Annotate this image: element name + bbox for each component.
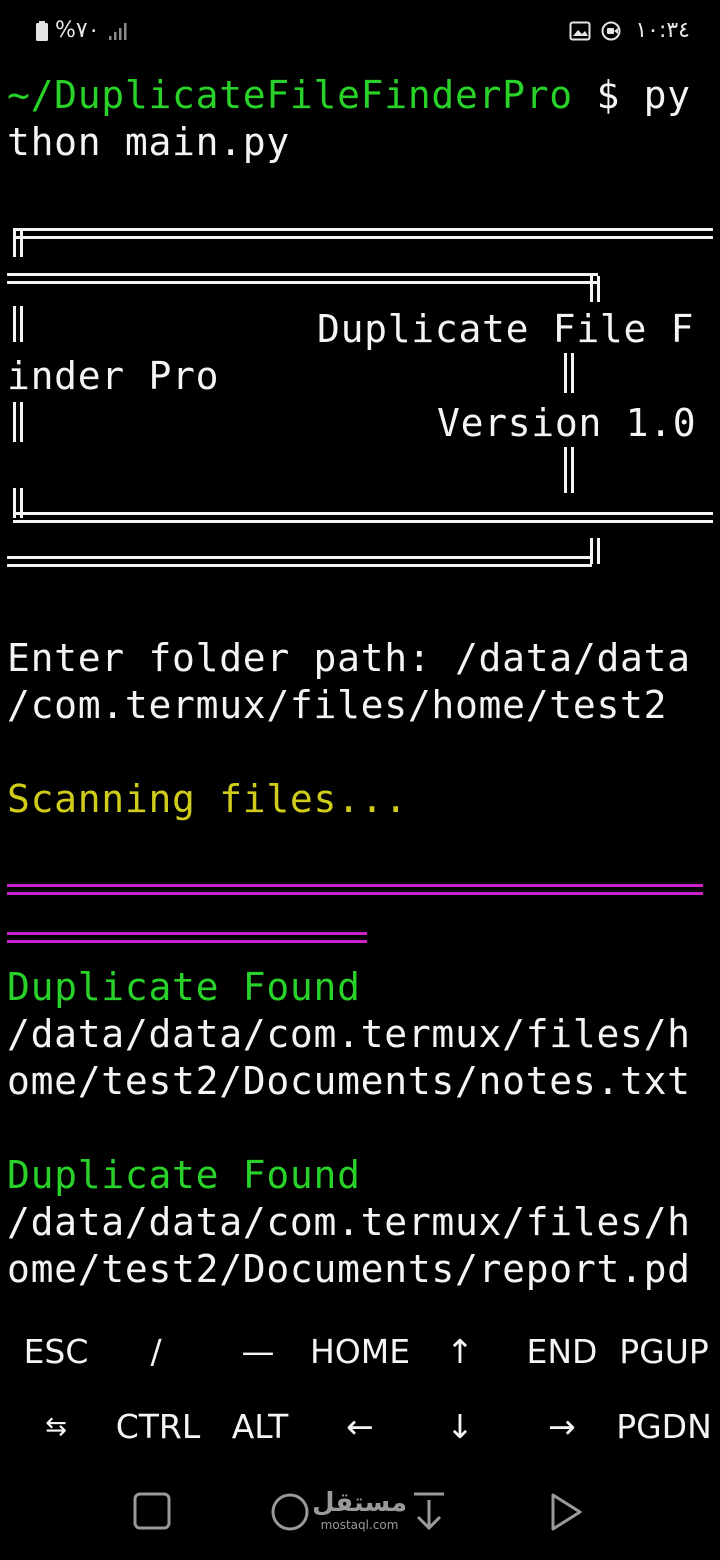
banner-title: Duplicate File F	[317, 307, 695, 351]
key-down-arrow[interactable]: ↓	[410, 1391, 510, 1463]
banner-left-edge	[13, 306, 23, 342]
battery-percent: %٧٠	[55, 18, 100, 43]
square-recents-icon[interactable]	[133, 1492, 171, 1534]
key-pgdn[interactable]: PGDN	[612, 1391, 716, 1463]
duplicate-heading: Duplicate Found	[7, 965, 361, 1009]
key-slash[interactable]: /	[106, 1316, 206, 1388]
key-home[interactable]: HOME	[306, 1316, 414, 1388]
separator-line	[7, 884, 703, 895]
watermark-main: مستقل	[312, 1488, 408, 1518]
duplicate-path-wrap: ome/test2/Documents/report.pd	[7, 1247, 691, 1291]
screen-record-icon	[601, 21, 625, 41]
separator-line-wrap	[7, 932, 367, 943]
banner-top-border	[13, 228, 713, 239]
banner-title-wrap: inder Pro	[7, 354, 220, 398]
banner-right-edge	[564, 353, 574, 393]
banner-bottom-border-wrap	[7, 556, 592, 567]
status-bar: %٧٠ ١٠:٣٤	[0, 0, 720, 62]
gallery-icon	[569, 21, 591, 41]
battery-icon	[36, 20, 48, 41]
key-up-arrow[interactable]: ↑	[410, 1316, 510, 1388]
prompt-line: ~/DuplicateFileFinderPro $ py	[7, 72, 691, 119]
watermark-sub: mostaql.com	[320, 1518, 399, 1532]
duplicate-heading: Duplicate Found	[7, 1153, 361, 1197]
key-alt[interactable]: ALT	[210, 1391, 310, 1463]
navigation-bar: مستقل mostaql.com	[0, 1470, 720, 1560]
key-ctrl[interactable]: CTRL	[106, 1391, 210, 1463]
duplicate-path: /data/data/com.termux/files/h	[7, 1200, 691, 1244]
signal-icon	[108, 21, 130, 41]
banner-top-border-wrap	[7, 273, 598, 284]
banner-bottom-border	[13, 512, 713, 523]
arrow-down-hide-keyboard-icon[interactable]	[410, 1490, 448, 1538]
duplicate-path: /data/data/com.termux/files/h	[7, 1012, 691, 1056]
status-left: %٧٠	[36, 18, 130, 43]
clock: ١٠:٣٤	[635, 18, 690, 43]
banner-version: Version 1.0	[437, 401, 697, 445]
key-esc[interactable]: ESC	[6, 1316, 106, 1388]
folder-path-prompt: Enter folder path: /data/data	[7, 636, 691, 680]
key-dash[interactable]: —	[208, 1316, 308, 1388]
duplicate-path-wrap: ome/test2/Documents/notes.txt	[7, 1059, 691, 1103]
key-tab[interactable]: ⇆	[6, 1391, 106, 1463]
banner-left-corner	[13, 231, 23, 257]
prompt-symbol: $	[572, 73, 644, 117]
banner-right-corner	[590, 276, 600, 302]
key-pgup[interactable]: PGUP	[612, 1316, 716, 1388]
status-right: ١٠:٣٤	[569, 18, 690, 43]
command-text: py	[643, 73, 691, 117]
key-left-arrow[interactable]: ←	[310, 1391, 410, 1463]
extra-keys-bar: ESC / — HOME ↑ END PGUP ⇆ CTRL ALT ← ↓ →…	[0, 1316, 720, 1466]
banner-right-edge-2	[564, 447, 574, 493]
triangle-back-icon[interactable]	[548, 1492, 584, 1536]
command-text-wrap: thon main.py	[7, 120, 290, 164]
banner-left-edge-2	[13, 402, 23, 442]
key-right-arrow[interactable]: →	[512, 1391, 612, 1463]
circle-home-icon[interactable]	[270, 1492, 310, 1536]
banner-bottom-right-corner	[590, 538, 600, 564]
prompt-path: ~/DuplicateFileFinderPro	[7, 73, 573, 117]
key-end[interactable]: END	[512, 1316, 612, 1388]
scanning-status: Scanning files...	[7, 777, 408, 821]
folder-path-value: /com.termux/files/home/test2	[7, 683, 668, 727]
mostaql-watermark: مستقل mostaql.com	[312, 1488, 407, 1532]
